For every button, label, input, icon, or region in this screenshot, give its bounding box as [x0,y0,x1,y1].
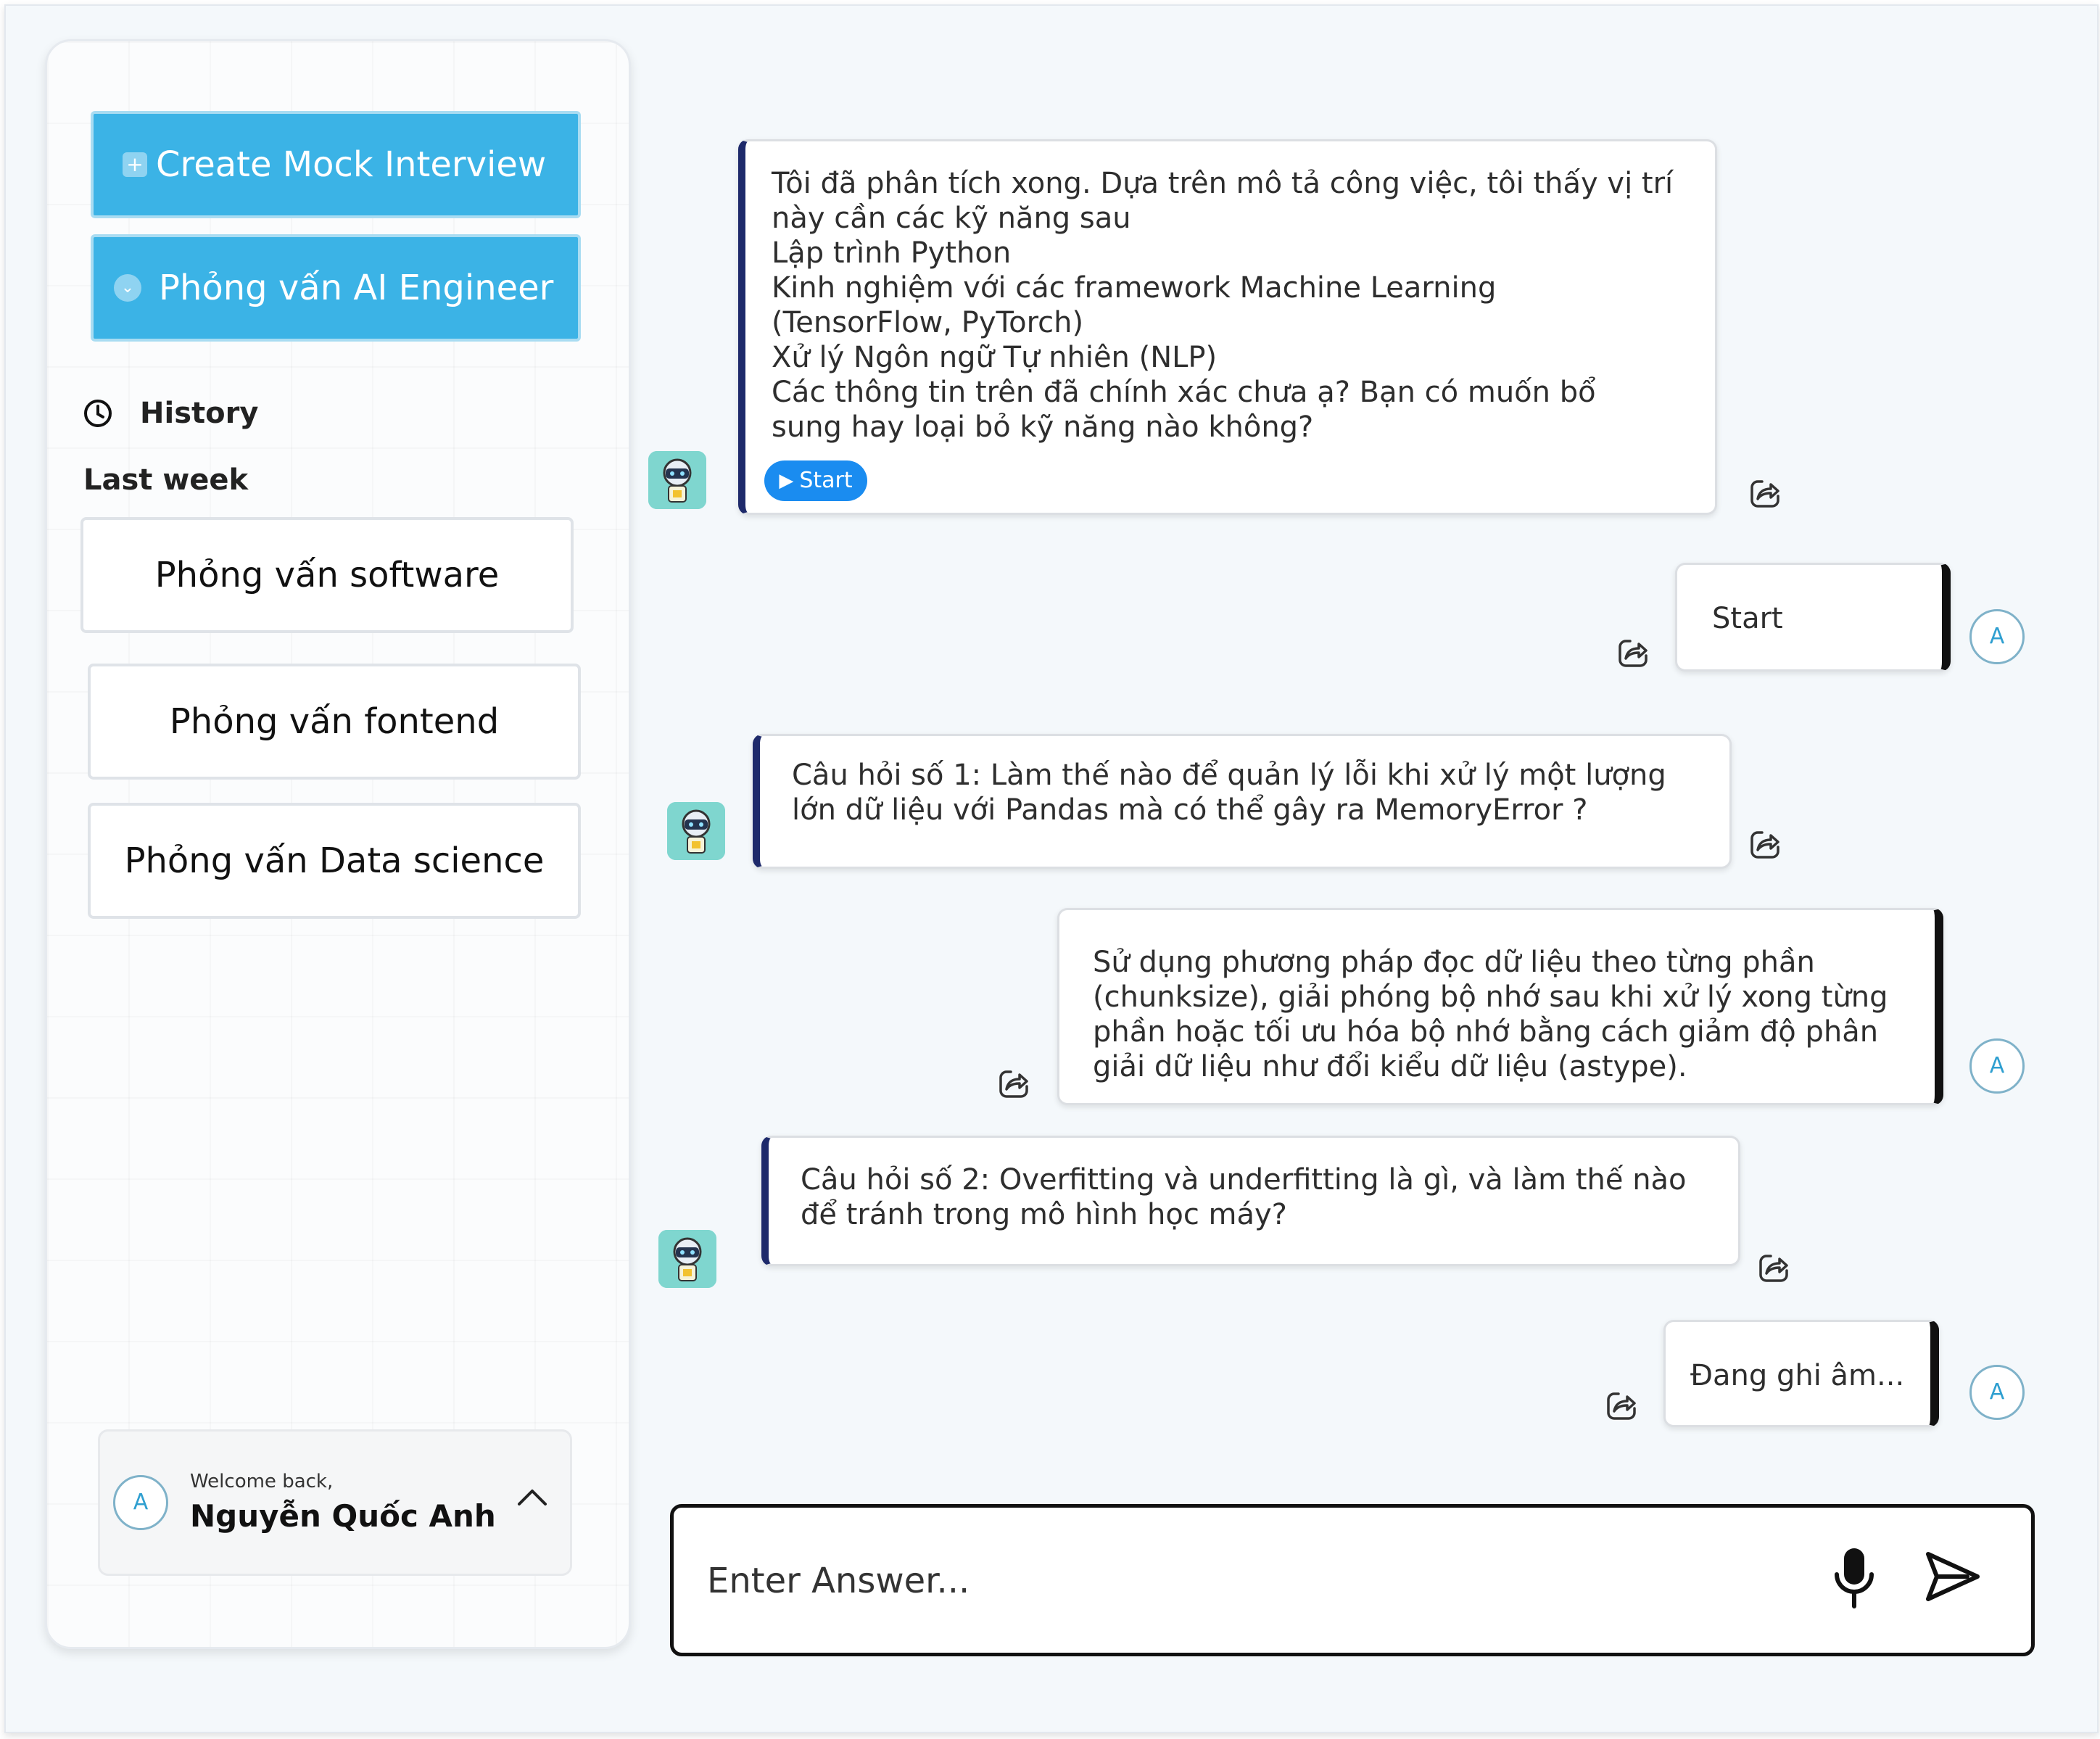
user-message: Sử dụng phương pháp đọc dữ liệu theo từn… [1057,908,1943,1105]
share-icon[interactable] [1749,828,1781,860]
start-chip-button[interactable]: ▶ Start [764,460,867,501]
start-chip-label: Start [799,468,853,493]
avatar: A [1969,1038,2025,1094]
microphone-icon[interactable] [1831,1545,1877,1612]
share-icon[interactable] [1758,1252,1790,1284]
sidebar: + Create Mock Interview ⌄ Phỏng vấn AI E… [45,39,631,1649]
share-icon[interactable] [1617,637,1649,669]
user-card[interactable]: A Welcome back, Nguyễn Quốc Anh [98,1429,572,1576]
create-mock-interview-button[interactable]: + Create Mock Interview [91,111,581,218]
current-interview-label: Phỏng vấn AI Engineer [159,268,554,308]
message-line: Xử lý Ngôn ngữ Tự nhiên (NLP) [772,341,1218,374]
bot-message: Câu hỏi số 2: Overfitting và underfittin… [761,1136,1740,1266]
message-line: Câu hỏi số 2: Overfitting và underfittin… [801,1163,1687,1197]
bot-avatar-icon [648,451,706,509]
share-icon[interactable] [1605,1389,1637,1421]
user-name: Nguyễn Quốc Anh [190,1498,496,1534]
bot-message: Câu hỏi số 1: Làm thế nào để quản lý lỗi… [753,734,1732,869]
message-line: giải dữ liệu như đổi kiểu dữ liệu (astyp… [1093,1050,1687,1083]
history-header: History [82,397,258,430]
history-item[interactable]: Phỏng vấn Data science [88,803,581,919]
answer-input[interactable] [706,1551,1796,1611]
avatar: A [1969,1365,2025,1420]
message-line: lớn dữ liệu với Pandas mà có thể gây ra … [792,793,1588,827]
history-item-label: Phỏng vấn software [154,555,500,595]
chevron-down-icon: ⌄ [114,274,141,302]
message-line: để tránh trong mô hình học máy? [801,1198,1287,1231]
history-item-label: Phỏng vấn Data science [124,840,545,881]
message-line: (chunksize), giải phóng bộ nhớ sau khi x… [1093,980,1888,1014]
avatar: A [113,1475,168,1530]
welcome-text: Welcome back, [190,1471,334,1492]
user-message: Đang ghi âm... [1663,1320,1939,1427]
clock-icon [84,400,112,427]
bot-message: Tôi đã phân tích xong. Dựa trên mô tả cô… [738,139,1717,515]
history-item[interactable]: Phỏng vấn fontend [88,664,581,780]
message-line: Kinh nghiệm với các framework Machine Le… [772,271,1497,305]
bot-avatar-icon [667,802,725,860]
current-interview-button[interactable]: ⌄ Phỏng vấn AI Engineer [91,234,581,342]
message-line: Các thông tin trên đã chính xác chưa ạ? … [772,376,1596,409]
message-line: Start [1712,602,1783,635]
avatar: A [1969,609,2025,664]
recording-status: Đang ghi âm... [1690,1359,1905,1392]
app-frame: + Create Mock Interview ⌄ Phỏng vấn AI E… [4,4,2099,1733]
message-line: này cần các kỹ năng sau [772,202,1131,235]
message-line: Câu hỏi số 1: Làm thế nào để quản lý lỗi… [792,759,1666,792]
message-line: Tôi đã phân tích xong. Dựa trên mô tả cô… [772,167,1674,200]
send-icon[interactable] [1924,1550,1982,1603]
answer-composer [670,1504,2035,1656]
share-icon[interactable] [998,1067,1030,1099]
message-line: Sử dụng phương pháp đọc dữ liệu theo từn… [1093,946,1815,979]
message-line: phần hoặc tối ưu hóa bộ nhớ bằng cách gi… [1093,1015,1879,1049]
history-item[interactable]: Phỏng vấn software [80,517,574,633]
share-icon[interactable] [1749,477,1781,509]
section-label-last-week: Last week [83,463,249,497]
history-item-label: Phỏng vấn fontend [169,701,500,742]
plus-icon: + [123,152,147,177]
message-line: (TensorFlow, PyTorch) [772,306,1084,339]
message-line: Lập trình Python [772,236,1012,270]
user-message: Start [1675,563,1951,672]
bot-avatar-icon [658,1230,716,1288]
chevron-up-icon[interactable] [516,1487,548,1508]
play-icon: ▶ [779,470,794,492]
history-label: History [140,397,259,430]
create-mock-interview-label: Create Mock Interview [156,144,547,185]
message-line: sung hay loại bỏ kỹ năng nào không? [772,410,1314,444]
